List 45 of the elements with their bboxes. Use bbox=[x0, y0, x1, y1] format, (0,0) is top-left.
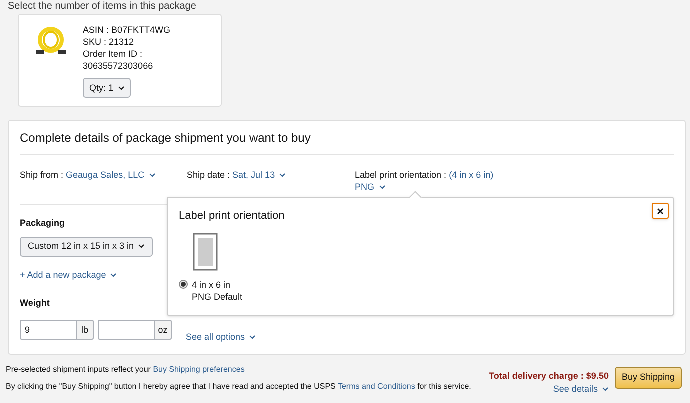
weight-label: Weight bbox=[20, 297, 50, 310]
order-item-id: 30635572303066 bbox=[83, 60, 154, 72]
terms-link[interactable]: Terms and Conditions bbox=[338, 382, 416, 391]
chevron-down-icon bbox=[118, 86, 124, 90]
unit-label: lb bbox=[77, 320, 94, 340]
chevron-down-icon bbox=[138, 244, 146, 249]
format-link[interactable]: PNG bbox=[355, 181, 494, 193]
orientation-label: Label print orientation : bbox=[355, 170, 447, 180]
terms-note: By clicking the "Buy Shipping" button I hereby agree that I have read and accepted the USPS Terms and Conditions for this service. bbox=[6, 382, 472, 392]
ship-from-link[interactable]: Geauga Sales, LLC bbox=[66, 170, 156, 180]
preferences-note: Pre-selected shipment inputs reflect your Buy Shipping preferences bbox=[6, 365, 246, 375]
orientation-link[interactable]: (4 in x 6 in) bbox=[449, 170, 494, 180]
close-button[interactable] bbox=[652, 203, 669, 219]
order-item-label: Order Item ID : bbox=[83, 48, 144, 60]
chevron-down-icon bbox=[602, 387, 609, 392]
asin-text: ASIN : B07FKTT4WG bbox=[83, 24, 171, 36]
ship-date-link[interactable]: Sat, Jul 13 bbox=[232, 170, 286, 180]
see-details-link[interactable]: See details bbox=[553, 383, 609, 396]
ship-date-label: Ship date : bbox=[187, 170, 230, 180]
chevron-down-icon bbox=[148, 173, 156, 178]
label-portrait-icon bbox=[193, 232, 218, 270]
buy-shipping-button[interactable]: Buy Shipping bbox=[614, 367, 682, 389]
ship-from-label: Ship from : bbox=[20, 170, 64, 180]
radio-button[interactable] bbox=[179, 280, 188, 288]
option-format: PNG Default bbox=[192, 290, 243, 302]
chevron-down-icon bbox=[249, 334, 256, 340]
section-instruction: Select the number of items in this package bbox=[8, 1, 196, 12]
add-package-link[interactable]: + Add a new package bbox=[20, 268, 118, 282]
pound-field[interactable]: 9 bbox=[20, 320, 77, 340]
chevron-down-icon bbox=[110, 272, 118, 278]
ounce-field[interactable] bbox=[98, 320, 155, 340]
quantity-dropdown[interactable]: Qty: 1 bbox=[83, 78, 131, 98]
option-size: 4 in x 6 in bbox=[192, 278, 232, 290]
chevron-down-icon bbox=[378, 185, 386, 190]
section-title: Complete details of package shipment you want to buy bbox=[20, 130, 311, 146]
preferences-link[interactable]: Buy Shipping preferences bbox=[153, 365, 245, 374]
packaging-dropdown[interactable]: Custom 12 in x 15 in x 3 in bbox=[20, 236, 154, 256]
popover-title: Label print orientation bbox=[179, 210, 285, 222]
total-delivery-charge: Total delivery charge : $9.50 bbox=[489, 370, 609, 383]
packaging-label: Packaging bbox=[20, 217, 66, 230]
close-icon bbox=[657, 208, 664, 214]
sku-text: SKU : 21312 bbox=[83, 36, 136, 48]
chevron-down-icon bbox=[279, 173, 286, 178]
unit-label: oz bbox=[155, 320, 172, 340]
see-all-options-link[interactable]: See all options bbox=[186, 330, 256, 344]
